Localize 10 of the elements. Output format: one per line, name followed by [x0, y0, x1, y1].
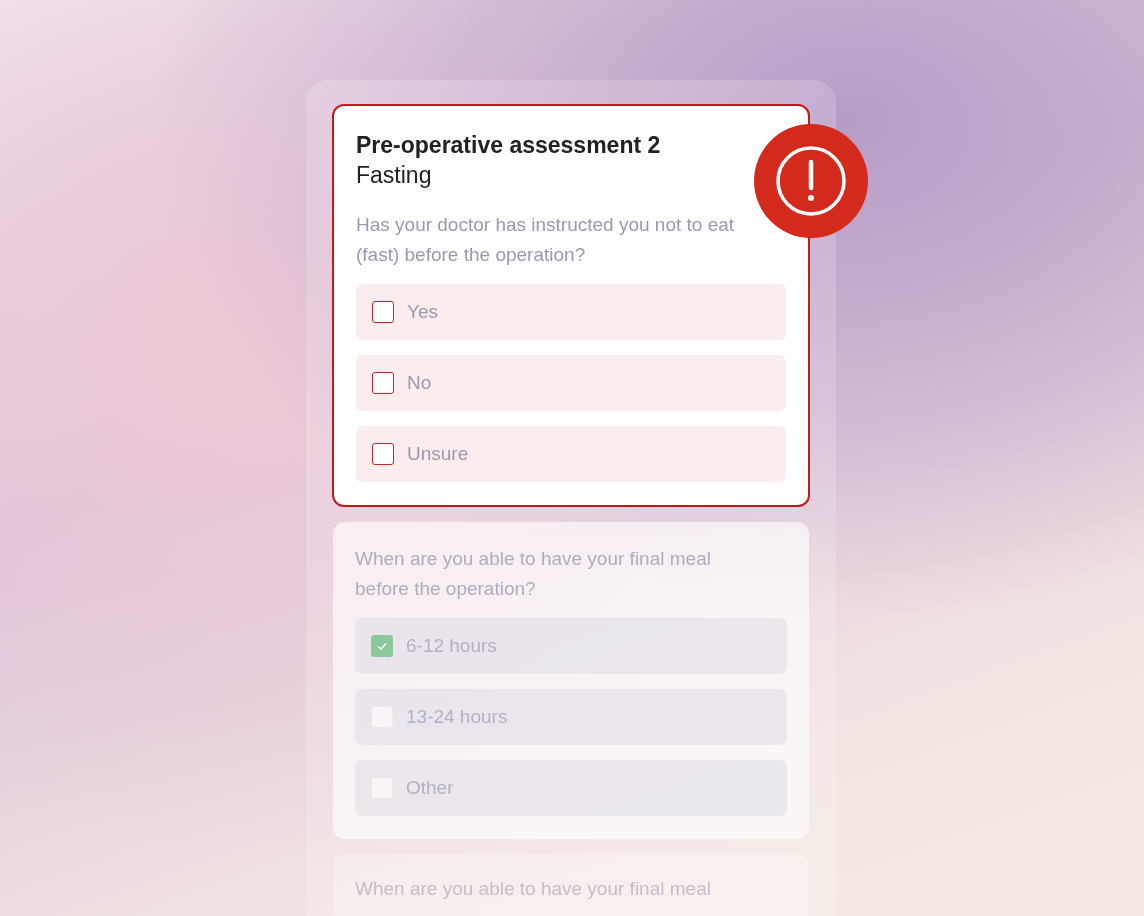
checkbox[interactable]: [372, 443, 394, 465]
section-subtitle: Fasting: [356, 161, 433, 190]
answer-option[interactable]: Yes: [356, 284, 786, 340]
checkbox[interactable]: [372, 372, 394, 394]
question-text: When are you able to have your final meal before the operation?: [355, 547, 712, 601]
answer-option[interactable]: Unsure: [356, 426, 786, 482]
form-title: Pre-operative assessment 2: [356, 131, 662, 160]
checkbox[interactable]: [372, 301, 394, 323]
question-text: Has your doctor has instructed you not to eat (fast) before the operation?: [356, 213, 736, 267]
answer-option[interactable]: No: [356, 355, 786, 411]
